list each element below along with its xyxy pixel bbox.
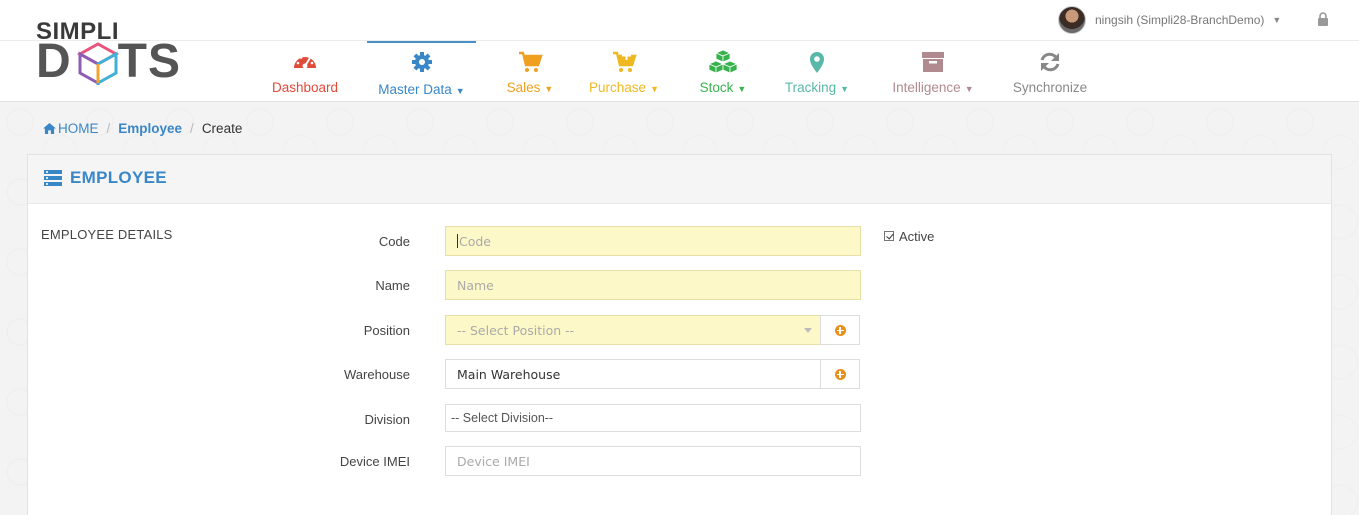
nav-sales-label: Sales ▼ [495,80,565,95]
name-label: Name [375,278,410,293]
lock-icon[interactable] [1317,12,1329,26]
device-imei-label: Device IMEI [339,454,410,469]
position-select-value: -- Select Position -- [457,322,575,338]
caret-down-icon: ▼ [650,84,659,94]
map-marker-icon [810,52,824,73]
position-select[interactable]: -- Select Position -- [445,315,821,345]
division-label: Division [364,412,410,427]
breadcrumb-home[interactable]: HOME [43,121,99,136]
nav-stock-text: Stock [699,80,734,95]
code-label: Code [378,234,410,249]
nav-synchronize[interactable]: Synchronize [1002,41,1098,102]
position-label: Position [363,323,410,338]
cart-icon [519,51,543,72]
list-icon [44,170,62,186]
plus-circle-icon [834,324,846,336]
nav-purchase-label: Purchase ▼ [578,80,670,95]
device-imei-input[interactable]: Device IMEI [445,446,861,476]
add-position-button[interactable] [820,315,860,345]
section-title: EMPLOYEE DETAILS [41,227,173,242]
user-name: ningsih (Simpli28-BranchDemo) [1095,13,1265,27]
add-warehouse-button[interactable] [820,359,860,389]
plus-circle-icon [834,368,846,380]
warehouse-label: Warehouse [344,367,410,382]
breadcrumb-separator: / [190,120,194,136]
nav-intelligence[interactable]: Intelligence ▼ [878,41,988,102]
main-nav: Dashboard Master Data ▼ Sales ▼ Purchase… [0,41,1359,102]
active-checkbox[interactable] [884,231,894,241]
division-select[interactable]: -- Select Division-- [445,404,861,432]
gear-icon [411,52,432,72]
nav-tracking-text: Tracking [784,80,837,95]
breadcrumb: HOME / Employee / Create [27,112,1330,144]
name-input[interactable]: Name [445,270,861,300]
nav-purchase-text: Purchase [589,80,647,95]
caret-down-icon: ▼ [544,84,554,94]
caret-down-icon: ▼ [840,84,850,94]
nav-sales[interactable]: Sales ▼ [495,41,565,102]
page-title: EMPLOYEE [70,168,167,187]
home-icon [43,122,56,134]
nav-tracking-label: Tracking ▼ [772,80,862,95]
nav-purchase[interactable]: Purchase ▼ [578,41,670,102]
caret-down-icon: ▼ [737,84,747,94]
nav-intelligence-text: Intelligence [892,80,961,95]
nav-sales-text: Sales [506,80,541,95]
caret-down-icon: ▼ [964,84,974,94]
breadcrumb-current: Create [201,120,243,136]
nav-master-data-text: Master Data [378,82,452,97]
breadcrumb-separator: / [106,120,111,136]
nav-stock-label: Stock ▼ [688,80,758,95]
code-input[interactable]: Code [445,226,861,256]
chevron-down-icon [804,328,812,333]
nav-master-data-label: Master Data ▼ [367,82,476,97]
nav-dashboard[interactable]: Dashboard [260,41,350,102]
speedometer-icon [294,54,316,69]
panel-header: EMPLOYEE [28,155,1331,204]
warehouse-select[interactable]: Main Warehouse [445,359,821,389]
nav-stock[interactable]: Stock ▼ [688,41,758,102]
nav-synchronize-label: Synchronize [1012,80,1088,95]
archive-icon [922,52,944,72]
refresh-icon [1040,52,1060,72]
cart-plus-icon [613,51,637,72]
breadcrumb-employee[interactable]: Employee [118,121,182,136]
nav-intelligence-label: Intelligence ▼ [878,80,988,95]
breadcrumb-home-label: HOME [58,120,99,136]
user-menu[interactable]: ningsih (Simpli28-BranchDemo) ▼ [1058,6,1281,34]
nav-master-data[interactable]: Master Data ▼ [367,41,476,102]
employee-panel: EMPLOYEE EMPLOYEE DETAILS Code Code Name… [27,154,1332,515]
caret-down-icon: ▼ [455,86,465,96]
nav-tracking[interactable]: Tracking ▼ [772,41,862,102]
active-label: Active [899,229,935,244]
chevron-down-icon: ▼ [1272,15,1282,25]
cubes-icon [708,49,738,74]
nav-dashboard-label: Dashboard [271,80,339,95]
avatar [1058,6,1086,34]
